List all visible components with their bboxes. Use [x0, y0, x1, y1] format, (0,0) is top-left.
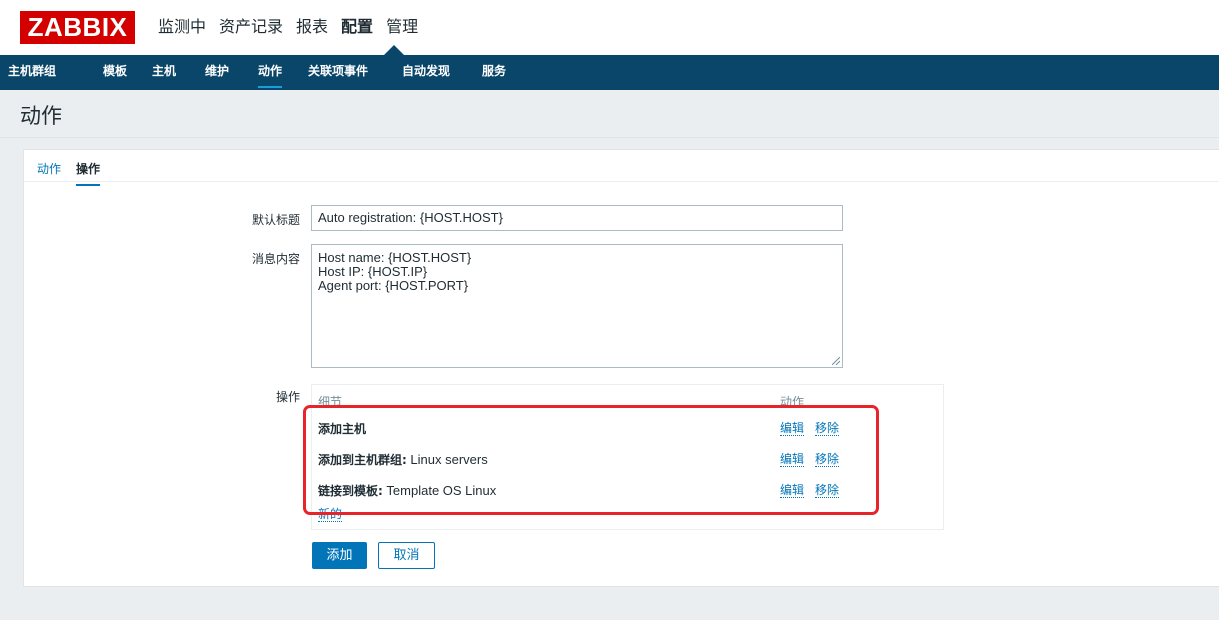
default-subject-input[interactable]: Auto registration: {HOST.HOST} [311, 205, 843, 231]
operation-type: 添加到主机群组: [318, 453, 407, 467]
menu-administration[interactable]: 管理 [386, 15, 418, 39]
default-subject-label: 默认标题 [251, 213, 300, 227]
active-menu-caret-icon [384, 45, 404, 55]
menu-reports[interactable]: 报表 [296, 15, 328, 39]
subnav-services[interactable]: 服务 [482, 55, 506, 90]
resize-grip-icon[interactable] [832, 357, 840, 365]
subnav-event-correlation[interactable]: 关联项事件 [308, 55, 368, 90]
form-panel: 动作 操作 默认标题 Auto registration: {HOST.HOST… [23, 149, 1219, 587]
table-row: 添加主机 [318, 420, 366, 437]
message-line: Host IP: {HOST.IP} [318, 264, 428, 279]
column-header-details: 细节 [318, 395, 343, 409]
operation-detail: Template OS Linux [382, 483, 497, 498]
edit-link[interactable]: 编辑 [780, 421, 805, 436]
message-label: 消息内容 [251, 252, 300, 266]
operation-detail: Linux servers [406, 452, 488, 467]
subnav-templates[interactable]: 模板 [103, 55, 127, 90]
operations-label: 操作 [275, 390, 300, 404]
top-header: ZABBIX 监测中 资产记录 报表 配置 管理 [0, 0, 1219, 55]
subnav-actions[interactable]: 动作 [258, 55, 283, 88]
menu-monitoring[interactable]: 监测中 [158, 15, 206, 39]
zabbix-logo[interactable]: ZABBIX [20, 11, 135, 44]
menu-inventory[interactable]: 资产记录 [219, 15, 283, 39]
message-line: Host name: {HOST.HOST} [318, 250, 472, 265]
message-line: Agent port: {HOST.PORT} [318, 278, 469, 293]
add-button[interactable]: 添加 [312, 542, 367, 569]
page-title: 动作 [20, 104, 62, 128]
operation-type: 添加主机 [318, 422, 367, 436]
column-header-action: 动作 [780, 395, 805, 409]
main-menu: 监测中 资产记录 报表 配置 管理 [158, 15, 431, 39]
title-divider [0, 137, 1219, 138]
subnav-host-groups[interactable]: 主机群组 [8, 55, 56, 90]
edit-link[interactable]: 编辑 [780, 452, 805, 467]
menu-configuration[interactable]: 配置 [341, 15, 373, 39]
subnav-discovery[interactable]: 自动发现 [402, 55, 450, 90]
operations-table: 细节 动作 添加主机 编辑 移除 添加到主机群组: Linux servers … [311, 384, 944, 530]
remove-link[interactable]: 移除 [815, 483, 840, 498]
subnav-maintenance[interactable]: 维护 [205, 55, 229, 90]
tab-operations[interactable]: 操作 [76, 160, 101, 186]
edit-link[interactable]: 编辑 [780, 483, 805, 498]
tab-action[interactable]: 动作 [37, 160, 61, 177]
message-textarea[interactable]: Host name: {HOST.HOST} Host IP: {HOST.IP… [311, 244, 843, 368]
tab-bar: 动作 操作 [24, 150, 1219, 186]
table-row: 添加到主机群组: Linux servers [318, 451, 488, 468]
remove-link[interactable]: 移除 [815, 421, 840, 436]
new-operation-link[interactable]: 新的 [318, 507, 343, 522]
table-row: 链接到模板: Template OS Linux [318, 482, 496, 499]
operation-type: 链接到模板: [318, 484, 383, 498]
cancel-button[interactable]: 取消 [378, 542, 435, 569]
sub-nav: 主机群组 模板 主机 维护 动作 关联项事件 自动发现 服务 [0, 55, 1219, 90]
subnav-hosts[interactable]: 主机 [152, 55, 176, 90]
remove-link[interactable]: 移除 [815, 452, 840, 467]
